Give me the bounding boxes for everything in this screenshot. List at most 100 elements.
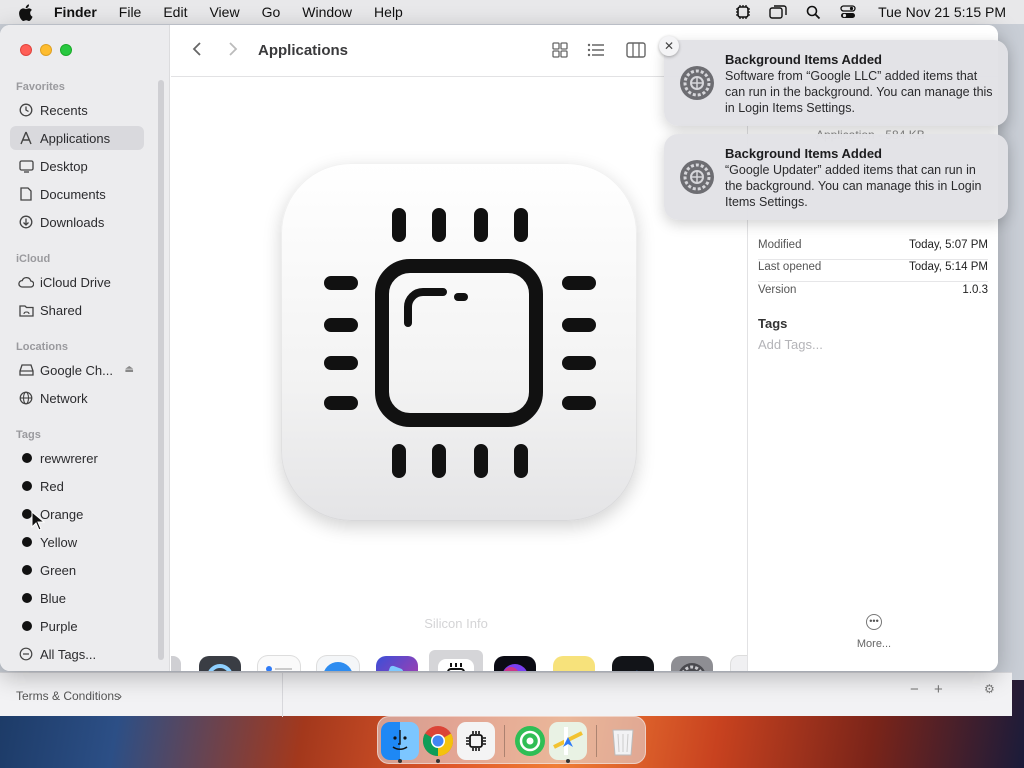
sidebar-tag-purple[interactable]: Purple xyxy=(10,614,144,638)
sidebar-item-label: Red xyxy=(40,478,64,494)
sidebar-item-applications[interactable]: Applications xyxy=(10,126,144,150)
sidebar-item-label: Yellow xyxy=(40,534,78,550)
info-value: Today, 5:14 PM xyxy=(908,261,988,273)
sidebar-item-documents[interactable]: Documents xyxy=(10,182,144,206)
silicon-info-icon[interactable] xyxy=(457,722,495,760)
menu-help[interactable]: Help xyxy=(374,4,403,20)
control-center-icon[interactable] xyxy=(839,4,857,20)
drive-icon xyxy=(18,362,34,378)
menu-edit[interactable]: Edit xyxy=(163,4,187,20)
background-window: Terms & Conditions › − + ⚙ xyxy=(0,672,1012,717)
stocks-icon[interactable] xyxy=(612,656,654,671)
sidebar-tag-yellow[interactable]: Yellow xyxy=(10,530,144,554)
notification-title: Background Items Added xyxy=(725,52,882,67)
minimize-window-button[interactable] xyxy=(40,44,52,56)
menu-window[interactable]: Window xyxy=(302,4,352,20)
menu-file[interactable]: File xyxy=(119,4,142,20)
chip-icon[interactable] xyxy=(734,4,752,20)
download-icon xyxy=(18,214,34,230)
remove-button[interactable]: − xyxy=(910,681,919,698)
reminders-icon[interactable] xyxy=(258,656,300,671)
sidebar-tag-blue[interactable]: Blue xyxy=(10,586,144,610)
finder-icon[interactable] xyxy=(381,722,419,760)
icloud-header: iCloud xyxy=(16,253,51,265)
info-value: 1.0.3 xyxy=(962,284,988,296)
siri-icon[interactable] xyxy=(494,656,536,671)
window-icon[interactable] xyxy=(769,4,787,20)
sidebar-item-label: Google Ch... xyxy=(40,362,113,378)
app-thumb[interactable] xyxy=(731,656,747,671)
sidebar-item-network[interactable]: Network xyxy=(10,386,144,410)
sidebar-all-tags[interactable]: All Tags... xyxy=(10,642,144,666)
sidebar-tag-green[interactable]: Green xyxy=(10,558,144,582)
sidebar-tag-rewwrerer[interactable]: rewwrerer xyxy=(10,446,144,470)
sidebar-item-label: Purple xyxy=(40,618,78,634)
silicon-info-icon[interactable] xyxy=(281,163,637,521)
sidebar-item-label: Shared xyxy=(40,302,82,318)
trash-icon[interactable] xyxy=(604,722,642,760)
silicon-info-icon[interactable] xyxy=(429,650,483,671)
menubar-clock[interactable]: Tue Nov 21 5:15 PM xyxy=(878,4,1006,20)
divider xyxy=(758,281,988,282)
sidebar-item-label: Blue xyxy=(40,590,67,606)
column-view-button[interactable] xyxy=(626,41,646,59)
close-icon[interactable]: ✕ xyxy=(659,36,679,56)
sidebar-item-label: Downloads xyxy=(40,214,105,230)
tags-icon xyxy=(18,646,34,662)
notification-body: “Google Updater” added items that can ru… xyxy=(725,163,982,209)
terms-link[interactable]: Terms & Conditions xyxy=(16,689,120,703)
more-label: More... xyxy=(856,638,892,650)
sidebar-item-downloads[interactable]: Downloads xyxy=(10,210,144,234)
notification-background-items-1[interactable]: Background Items Added Software from “Go… xyxy=(664,40,1008,126)
safari-icon[interactable] xyxy=(317,656,359,671)
add-button[interactable]: + xyxy=(934,681,943,698)
sidebar-item-shared[interactable]: Shared xyxy=(10,298,144,322)
sidebar-scrollbar[interactable] xyxy=(158,80,164,660)
window-title: Applications xyxy=(258,42,349,59)
info-row-last-opened: Last opened Today, 5:14 PM xyxy=(758,261,988,273)
dock xyxy=(377,716,646,764)
quicktime-icon[interactable] xyxy=(199,656,241,671)
sidebar-item-recents[interactable]: Recents xyxy=(10,98,144,122)
applications-icon xyxy=(18,130,34,146)
apple-menu-icon[interactable] xyxy=(18,3,34,21)
eject-icon[interactable]: ⏏ xyxy=(125,364,134,375)
list-view-button[interactable] xyxy=(586,41,606,59)
clock-icon xyxy=(18,102,34,118)
sidebar-item-icloud-drive[interactable]: iCloud Drive xyxy=(10,270,144,294)
stickies-icon[interactable] xyxy=(553,656,595,671)
menu-view[interactable]: View xyxy=(209,4,239,20)
more-icon: ••• xyxy=(866,614,882,630)
close-window-button[interactable] xyxy=(20,44,32,56)
dock-divider xyxy=(504,725,505,757)
add-tags-field[interactable]: Add Tags... xyxy=(758,337,823,352)
shortcuts-icon[interactable] xyxy=(376,656,418,671)
notification-background-items-2[interactable]: Background Items Added “Google Updater” … xyxy=(664,134,1008,220)
menu-finder[interactable]: Finder xyxy=(54,4,97,20)
back-button[interactable] xyxy=(187,39,207,59)
notification-body: Software from “Google LLC” added items t… xyxy=(725,69,993,115)
zoom-window-button[interactable] xyxy=(60,44,72,56)
document-icon xyxy=(18,186,34,202)
mouse-cursor-icon xyxy=(31,511,45,531)
search-icon[interactable] xyxy=(804,4,822,20)
system-settings-icon[interactable] xyxy=(671,656,713,671)
app-thumb[interactable] xyxy=(171,656,181,671)
forward-button[interactable] xyxy=(223,39,243,59)
info-row-modified: Modified Today, 5:07 PM xyxy=(758,239,988,251)
chrome-icon[interactable] xyxy=(419,722,457,760)
sidebar-item-google-chrome[interactable]: Google Ch... ⏏ xyxy=(10,358,144,382)
gear-icon[interactable]: ⚙ xyxy=(984,682,995,696)
find-my-icon[interactable] xyxy=(511,722,549,760)
maps-icon[interactable] xyxy=(549,722,587,760)
chevron-right-icon: › xyxy=(118,689,122,703)
sidebar-item-desktop[interactable]: Desktop xyxy=(10,154,144,178)
icon-view-button[interactable] xyxy=(550,41,570,59)
sidebar-tag-red[interactable]: Red xyxy=(10,474,144,498)
running-indicator xyxy=(436,759,440,763)
sidebar-item-label: Orange xyxy=(40,506,84,522)
menu-go[interactable]: Go xyxy=(262,4,281,20)
more-button[interactable]: ••• More... xyxy=(844,614,904,650)
info-label: Modified xyxy=(758,239,802,251)
sidebar-item-label: Recents xyxy=(40,102,88,118)
